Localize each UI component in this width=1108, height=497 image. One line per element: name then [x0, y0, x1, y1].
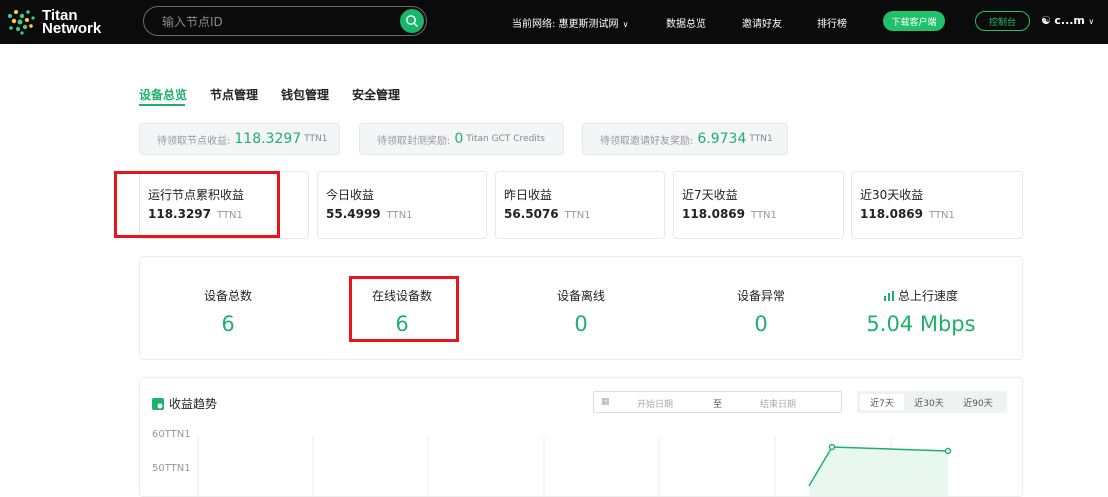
device-stat-label: 总上行速度: [833, 287, 1009, 304]
console-button[interactable]: 控制台: [975, 11, 1030, 31]
earning-card-7days: 近7天收益 118.0869 TTN1: [673, 171, 844, 239]
pending-node-reward: 待领取节点收益: 118.3297 TTN1: [139, 123, 340, 155]
earning-label: 昨日收益: [504, 188, 553, 202]
reward-value: 6.9734: [697, 131, 747, 147]
nav-leaderboard[interactable]: 排行榜: [817, 15, 847, 30]
tab-security-management[interactable]: 安全管理: [352, 86, 400, 103]
nav-invite-friends[interactable]: 邀请好友: [742, 15, 782, 30]
reward-unit: TTN1: [749, 134, 773, 144]
device-stat-label: 设备异常: [736, 289, 785, 303]
search-icon: [406, 15, 418, 27]
titan-logo-icon: [8, 10, 35, 35]
earning-card-30days: 近30天收益 118.0869 TTN1: [851, 171, 1023, 239]
user-menu[interactable]: ☯ c...m ∨: [1041, 14, 1094, 27]
network-selector[interactable]: 当前网络: 惠更斯测试网 ∨: [512, 15, 628, 30]
tab-wallet-management[interactable]: 钱包管理: [281, 86, 329, 103]
logo-line-2: Network: [42, 20, 102, 37]
reward-label: 待领取节点收益:: [157, 135, 231, 147]
trend-point: [828, 443, 836, 451]
top-navigation-bar: Titan Network 当前网络: 惠更斯测试网∨ 数据总览 邀请好友 排行…: [0, 0, 1108, 44]
reward-label: 待领取邀请好友奖励:: [600, 135, 694, 147]
node-search-box: [143, 6, 427, 36]
earning-value: 118.0869 TTN1: [682, 207, 777, 221]
active-tab-indicator: [139, 104, 185, 106]
reward-unit: TTN1: [304, 134, 328, 144]
trend-chart: [197, 436, 952, 496]
earning-value: 55.4999 TTN1: [326, 207, 413, 221]
earnings-trend-panel: 收益趋势 ▦ 开始日期 至 结束日期 近7天 近30天 近90天 60TTN1 …: [139, 377, 1023, 497]
trend-point: [944, 447, 952, 455]
device-stat-value: 0: [754, 312, 768, 336]
earning-card-yesterday: 昨日收益 56.5076 TTN1: [495, 171, 665, 239]
reward-value: 118.3297: [234, 131, 302, 147]
earning-label: 近7天收益: [682, 188, 738, 202]
tab-node-management[interactable]: 节点管理: [210, 86, 258, 103]
device-stat-value: 6: [221, 312, 235, 336]
device-stat-label: 设备离线: [556, 289, 605, 303]
trend-area: [809, 447, 948, 496]
device-stats-panel: 设备总数 6 在线设备数 6 设备离线 0 设备异常 0 总上行速度 5.04 …: [139, 256, 1023, 360]
titan-network-logo[interactable]: Titan Network: [6, 6, 116, 38]
reward-value: 0: [454, 131, 464, 147]
user-icon: ☯: [1041, 14, 1051, 27]
earning-label: 今日收益: [326, 188, 375, 202]
node-id-search-input[interactable]: [160, 12, 394, 32]
bar-chart-icon: [883, 291, 894, 301]
chevron-down-icon: ∨: [1088, 17, 1095, 26]
highlight-box-online-devices: [349, 276, 459, 342]
earning-label: 近30天收益: [860, 188, 924, 202]
device-stat-value: 0: [574, 312, 588, 336]
device-stat-value: 5.04 Mbps: [866, 312, 976, 336]
nav-data-overview[interactable]: 数据总览: [666, 15, 706, 30]
earning-value: 56.5076 TTN1: [504, 207, 591, 221]
user-name: c...m: [1054, 14, 1085, 27]
pending-beta-reward: 待领取封测奖励: 0 Titan GCT Credits: [359, 123, 564, 155]
device-stat-label: 设备总数: [203, 289, 252, 303]
network-label: 当前网络: 惠更斯测试网: [512, 19, 619, 30]
logo-text: Titan Network: [42, 8, 102, 37]
highlight-box-cumulative: [114, 171, 280, 238]
reward-label: 待领取封测奖励:: [377, 135, 451, 147]
tab-device-overview[interactable]: 设备总览: [139, 86, 187, 103]
reward-unit: Titan GCT Credits: [466, 134, 545, 144]
search-button[interactable]: [400, 9, 424, 33]
earning-value: 118.0869 TTN1: [860, 207, 955, 221]
earning-card-today: 今日收益 55.4999 TTN1: [317, 171, 487, 239]
chevron-down-icon: ∨: [622, 20, 629, 29]
pending-invite-reward: 待领取邀请好友奖励: 6.9734 TTN1: [582, 123, 788, 155]
download-client-button[interactable]: 下载客户端: [883, 11, 945, 31]
